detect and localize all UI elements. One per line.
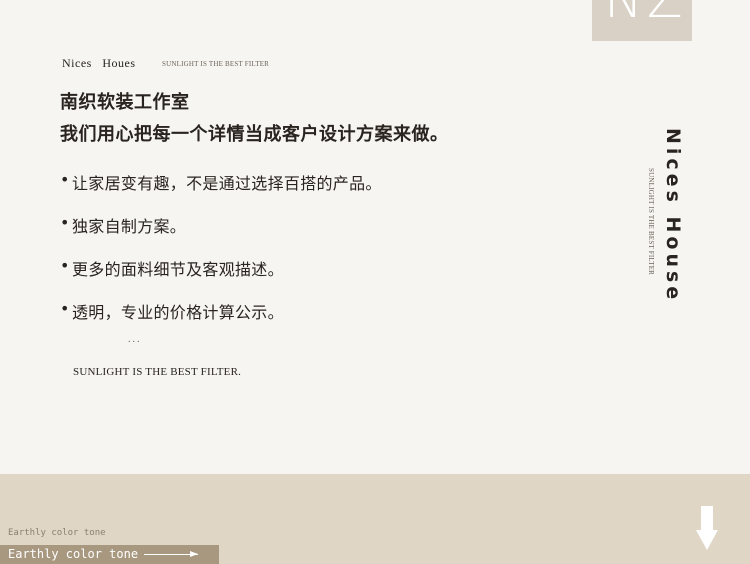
list-item: • 独家自制方案。 bbox=[60, 213, 382, 256]
brand-tagline: SUNLIGHT IS THE BEST FILTER bbox=[162, 60, 270, 68]
footer-bar-label: Earthly color tone bbox=[8, 547, 139, 561]
list-item: • 让家居变有趣，不是通过选择百搭的产品。 bbox=[60, 170, 382, 213]
side-title: Nices House bbox=[662, 128, 684, 304]
footer-band: Earthly color tone Earthly color tone bbox=[0, 474, 750, 564]
brand-name: Nices Houes bbox=[62, 56, 136, 70]
ellipsis: ... bbox=[128, 334, 142, 345]
list-item-text: 透明，专业的价格计算公示。 bbox=[72, 303, 284, 322]
tagline: SUNLIGHT IS THE BEST FILTER. bbox=[73, 366, 242, 378]
bullet-marker: • bbox=[60, 170, 70, 189]
footer-small-label: Earthly color tone bbox=[8, 528, 106, 538]
down-arrow-icon[interactable] bbox=[696, 506, 718, 550]
list-item-text: 独家自制方案。 bbox=[72, 217, 187, 236]
list-item-text: 更多的面料细节及客观描述。 bbox=[72, 260, 284, 279]
logo-box: NZ bbox=[592, 0, 692, 41]
list-item: • 更多的面料细节及客观描述。 bbox=[60, 256, 382, 299]
bullet-marker: • bbox=[60, 256, 70, 275]
side-tagline: SUNLIGHT IS THE BEST FILTER bbox=[647, 168, 655, 276]
right-arrow-icon bbox=[144, 551, 198, 557]
list-item: • 透明，专业的价格计算公示。 bbox=[60, 299, 382, 342]
list-item-text: 让家居变有趣，不是通过选择百搭的产品。 bbox=[72, 174, 382, 193]
mission-heading: 我们用心把每一个详情当成客户设计方案来做。 bbox=[60, 124, 449, 145]
studio-heading: 南织软装工作室 bbox=[60, 92, 190, 113]
bullet-marker: • bbox=[60, 299, 70, 318]
logo-text: NZ bbox=[604, 0, 687, 30]
feature-list: • 让家居变有趣，不是通过选择百搭的产品。 • 独家自制方案。 • 更多的面料细节及客… bbox=[60, 170, 382, 342]
bullet-marker: • bbox=[60, 213, 70, 232]
footer-label-bar: Earthly color tone bbox=[0, 545, 219, 564]
